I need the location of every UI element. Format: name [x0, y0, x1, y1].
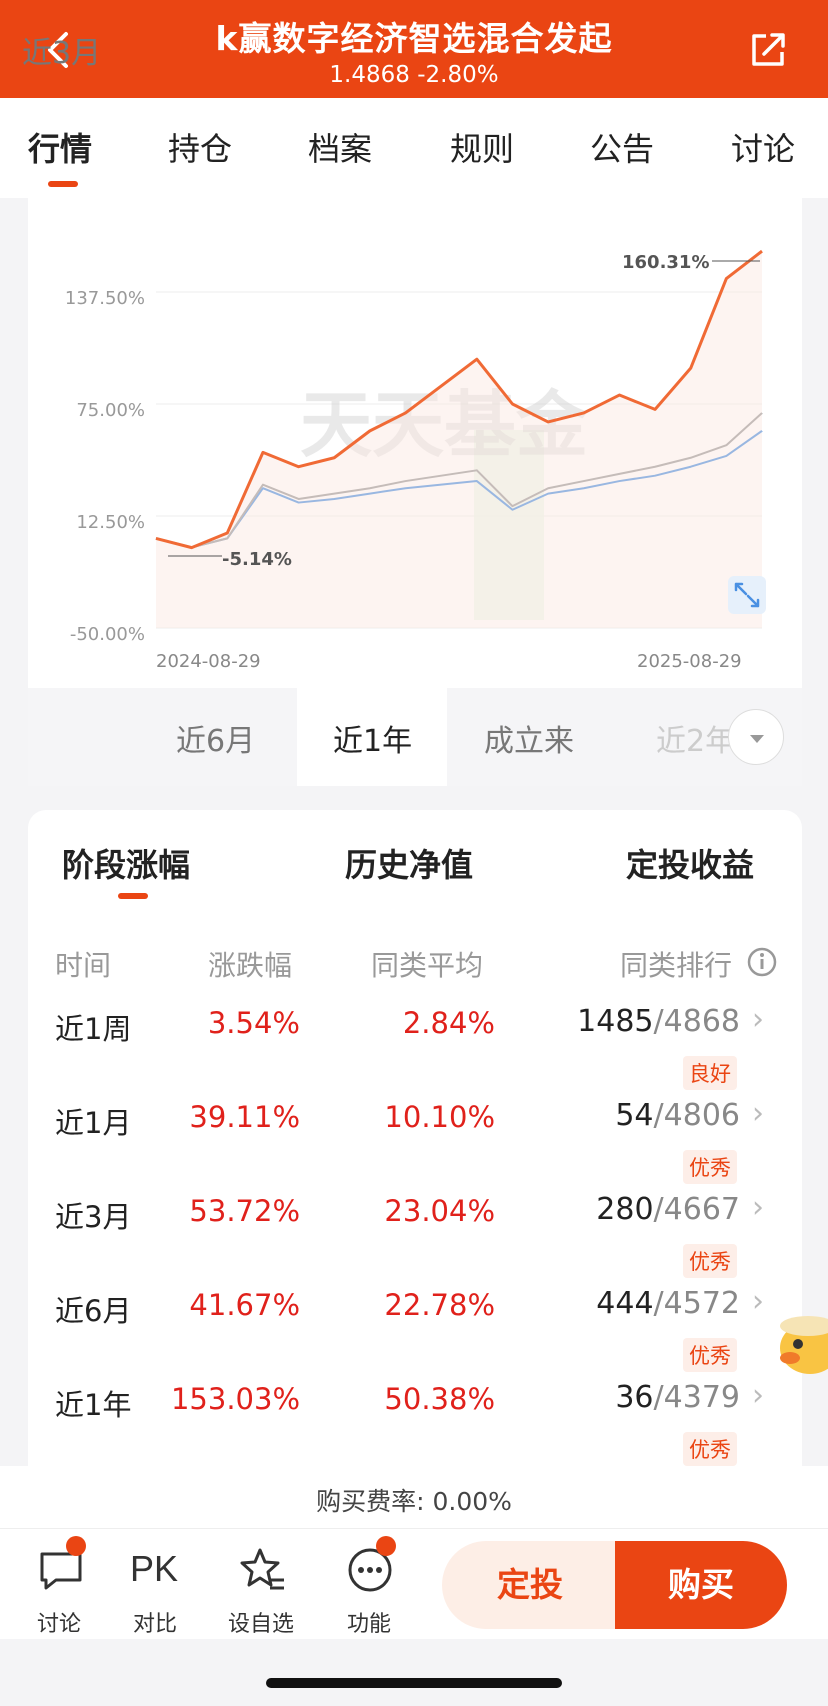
row-change-value: 3.54% [207, 1006, 300, 1040]
row-average-value: 22.78% [384, 1288, 495, 1322]
chevron-right-icon[interactable]: › [752, 1002, 764, 1037]
subtab-nav-history[interactable]: 历史净值 [345, 840, 473, 886]
subtab-active-indicator [118, 893, 148, 899]
chevron-right-icon[interactable]: › [752, 1284, 764, 1319]
row-period-label: 近1月 [55, 1106, 132, 1140]
row-average-value: 23.04% [384, 1194, 495, 1228]
row-change-value: 41.67% [189, 1288, 300, 1322]
info-icon[interactable] [746, 946, 778, 978]
row-average-value: 2.84% [402, 1006, 495, 1040]
rank-total: /4572 [653, 1286, 740, 1321]
performance-chart[interactable]: 天天基金 160.31% -5.14% 2024-08-29 2025-08-2… [0, 0, 828, 700]
row-rank[interactable]: 444/4572 [520, 1286, 740, 1321]
rank-position: 280 [596, 1192, 654, 1227]
rank-position: 36 [615, 1380, 654, 1415]
row-rank[interactable]: 54/4806 [520, 1098, 740, 1133]
chevron-down-icon [750, 735, 764, 743]
rank-position: 1485 [577, 1004, 654, 1039]
notification-dot [376, 1536, 396, 1556]
row-rank[interactable]: 36/4379 [520, 1380, 740, 1415]
range-since-inception[interactable]: 成立来 [484, 716, 574, 760]
min-value-label: -5.14% [222, 549, 292, 570]
header-category-rank: 同类排行 [620, 949, 733, 982]
chevron-right-icon[interactable]: › [752, 1096, 764, 1131]
rating-badge: 优秀 [683, 1432, 737, 1466]
range-more-button[interactable] [728, 709, 784, 765]
mascot-icon[interactable] [776, 1300, 828, 1380]
chevron-right-icon[interactable]: › [752, 1190, 764, 1225]
row-average-value: 10.10% [384, 1100, 495, 1134]
home-indicator [266, 1678, 562, 1688]
x-start-label: 2024-08-29 [156, 651, 261, 672]
rating-badge: 优秀 [683, 1244, 737, 1278]
header-category-avg: 同类平均 [371, 949, 484, 982]
row-period-label: 近6月 [55, 1294, 132, 1328]
row-period-label: 近3月 [55, 1200, 132, 1234]
rank-total: /4379 [653, 1380, 740, 1415]
row-change-value: 53.72% [189, 1194, 300, 1228]
x-end-label: 2025-08-29 [637, 651, 742, 672]
sip-button[interactable]: 定投 [442, 1541, 618, 1629]
buy-button[interactable]: 购买 [615, 1541, 787, 1629]
rank-total: /4806 [653, 1098, 740, 1133]
range-1y[interactable]: 近1年 [333, 716, 412, 760]
subtab-sip-returns[interactable]: 定投收益 [626, 840, 754, 886]
row-change-value: 153.03% [170, 1382, 300, 1416]
rank-total: /4667 [653, 1192, 740, 1227]
chart-series [155, 249, 763, 628]
pk-icon[interactable]: PK [130, 1548, 178, 1590]
range-6m[interactable]: 近6月 [176, 716, 255, 760]
header-change: 涨跌幅 [208, 949, 293, 982]
rating-badge: 优秀 [683, 1150, 737, 1184]
star-list-icon[interactable] [238, 1546, 286, 1594]
row-period-label: 近1年 [55, 1388, 132, 1422]
subtab-period-returns[interactable]: 阶段涨幅 [62, 840, 190, 886]
rank-position: 54 [615, 1098, 654, 1133]
range-2y[interactable]: 近2年 [656, 716, 735, 760]
series-area [156, 251, 762, 628]
range-3m[interactable]: 近3月 [22, 28, 101, 72]
watchlist-label[interactable]: 设自选 [216, 1606, 306, 1638]
notification-dot [66, 1536, 86, 1556]
row-change-value: 39.11% [189, 1100, 300, 1134]
expand-icon[interactable] [728, 576, 766, 614]
row-period-label: 近1周 [55, 1012, 132, 1046]
row-rank[interactable]: 1485/4868 [520, 1004, 740, 1039]
compare-label[interactable]: 对比 [110, 1606, 200, 1638]
header-time: 时间 [55, 949, 112, 982]
row-average-value: 50.38% [384, 1382, 495, 1416]
rank-position: 444 [596, 1286, 654, 1321]
purchase-fee: 购买费率: 0.00% [316, 1487, 512, 1516]
rating-badge: 良好 [683, 1056, 737, 1090]
chevron-right-icon[interactable]: › [752, 1378, 764, 1413]
functions-label[interactable]: 功能 [324, 1606, 414, 1638]
rating-badge: 优秀 [683, 1338, 737, 1372]
discuss-label[interactable]: 讨论 [14, 1606, 104, 1638]
rank-total: /4868 [653, 1004, 740, 1039]
max-value-label: 160.31% [622, 252, 710, 273]
row-rank[interactable]: 280/4667 [520, 1192, 740, 1227]
